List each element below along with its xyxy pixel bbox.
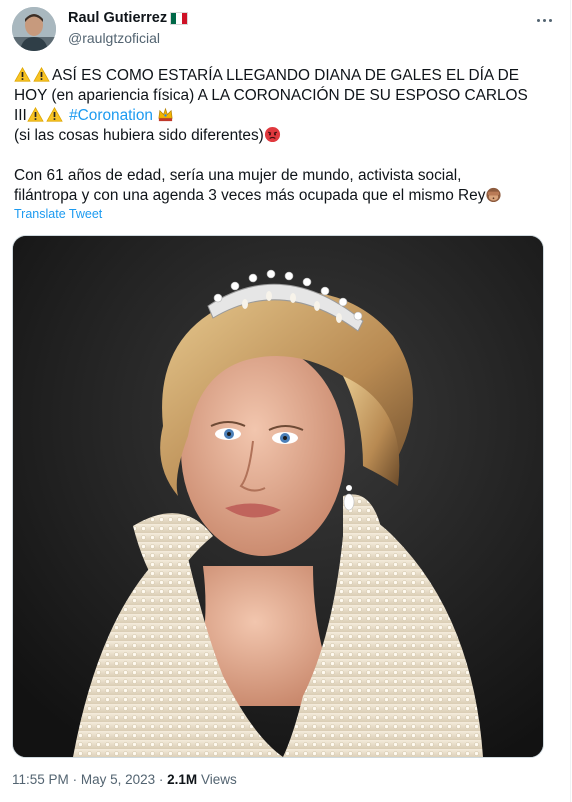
see-no-evil-monkey-icon <box>486 187 501 203</box>
tweet-meta: 11:55 PM · May 5, 2023 · 2.1M Views <box>12 772 237 787</box>
tweet-line-3: III #Coronation <box>14 106 544 126</box>
crown-icon <box>158 107 173 122</box>
tweet-card: Raul Gutierrez @raulgtzoficial ASÍ ES CO… <box>0 0 571 802</box>
tweet-text: ASÍ ES COMO ESTARÍA LLEGANDO DIANA DE GA… <box>14 66 544 206</box>
warning-icon <box>33 67 50 82</box>
tweet-date[interactable]: May 5, 2023 <box>81 772 155 787</box>
tweet-time[interactable]: 11:55 PM <box>12 772 69 787</box>
views-count: 2.1M <box>167 772 198 787</box>
meta-separator: · <box>158 772 164 787</box>
hashtag-link[interactable]: #Coronation <box>69 107 153 124</box>
tweet-text-segment: III <box>14 107 27 124</box>
tweet-text-segment: (si las cosas hubiera sido diferentes) <box>14 127 264 144</box>
display-name-text: Raul Gutierrez <box>68 10 168 26</box>
warning-icon <box>27 107 44 122</box>
views-label: Views <box>200 772 237 787</box>
tweet-line-4: (si las cosas hubiera sido diferentes) <box>14 126 544 146</box>
tweet-image[interactable] <box>12 235 544 758</box>
author-block[interactable]: Raul Gutierrez @raulgtzoficial <box>68 10 189 46</box>
portrait-photo-icon <box>13 236 543 757</box>
tweet-header: Raul Gutierrez @raulgtzoficial <box>12 7 558 53</box>
tweet-text-segment: filántropa y con una agenda 3 veces más … <box>14 187 486 204</box>
display-name[interactable]: Raul Gutierrez <box>68 10 189 26</box>
tweet-line-2: HOY (en apariencia física) A LA CORONACI… <box>14 87 528 104</box>
tweet-line-1: ASÍ ES COMO ESTARÍA LLEGANDO DIANA DE GA… <box>14 66 544 86</box>
meta-separator: · <box>72 772 78 787</box>
avatar[interactable] <box>12 7 56 51</box>
warning-icon <box>14 67 31 82</box>
tweet-line-5: Con 61 años de edad, sería una mujer de … <box>14 167 462 184</box>
more-options-icon[interactable] <box>530 9 558 31</box>
translate-tweet-link[interactable]: Translate Tweet <box>14 207 102 221</box>
warning-icon <box>46 107 63 122</box>
angry-face-icon <box>264 126 280 143</box>
author-handle[interactable]: @raulgtzoficial <box>68 30 188 46</box>
tweet-text-segment: ASÍ ES COMO ESTARÍA LLEGANDO DIANA DE GA… <box>52 67 519 84</box>
mexico-flag-icon <box>170 11 189 25</box>
tweet-line-6: filántropa y con una agenda 3 veces más … <box>14 186 544 206</box>
